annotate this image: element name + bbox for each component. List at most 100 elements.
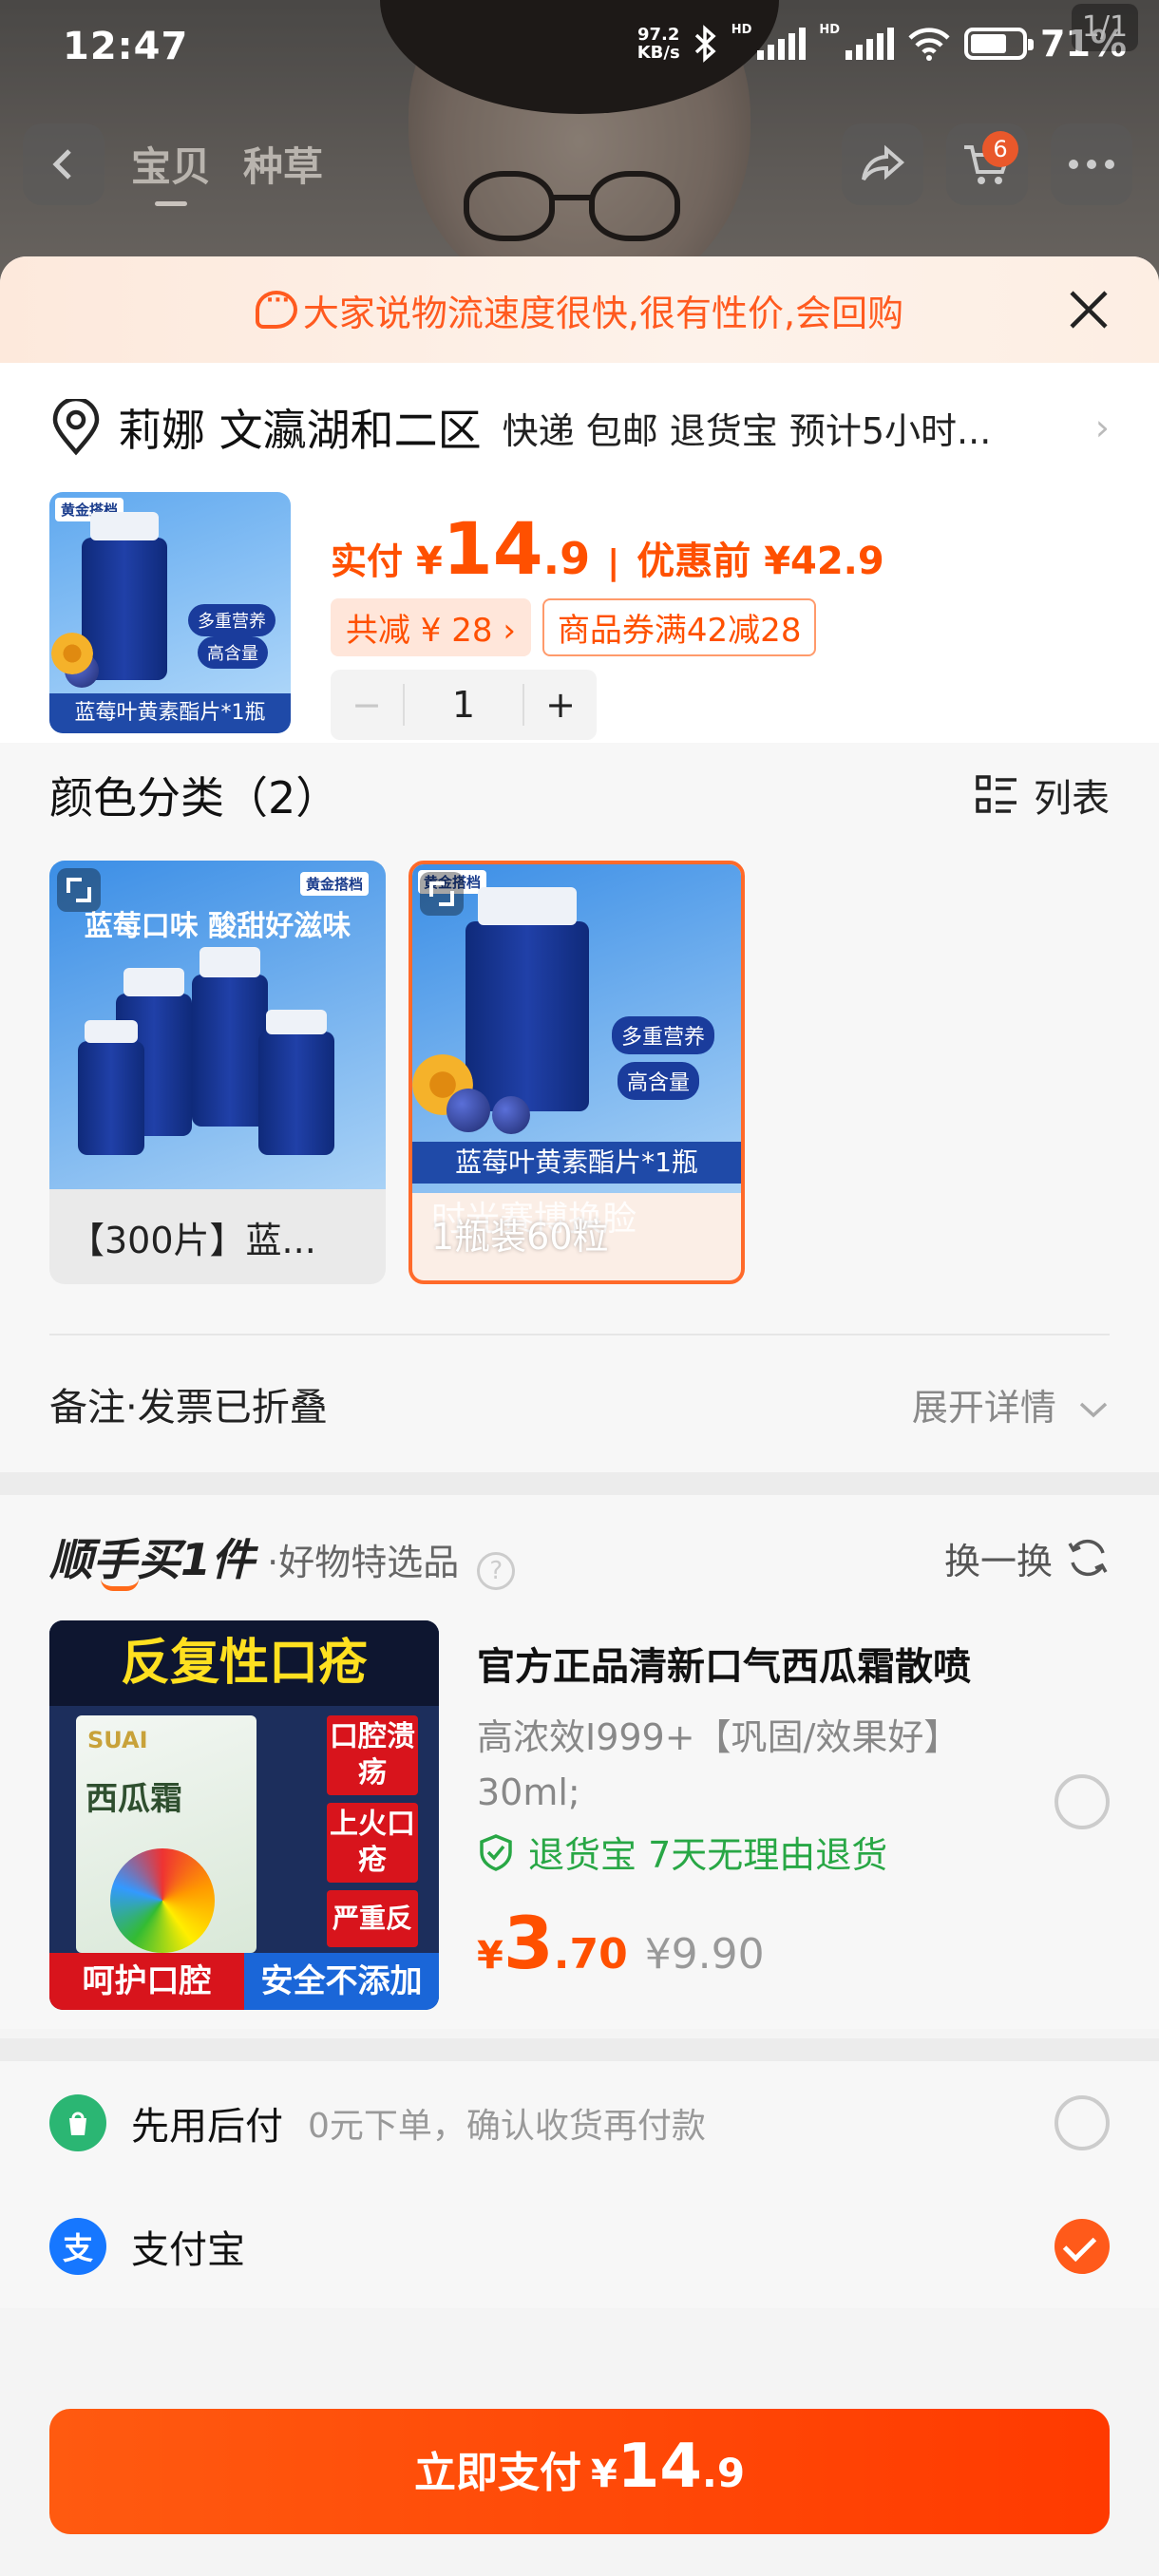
checkout-sheet: 大家说物流速度很快,很有性价,会回购 莉娜 文瀛湖和二区 快递 包邮 退货宝 预…	[0, 256, 1159, 2576]
addon-image-footer-right: 安全不添加	[244, 1953, 439, 2010]
hd-label: HD	[731, 23, 752, 37]
addon-image-graphic	[110, 1848, 215, 1953]
discount-tags: 共减 ¥ 28 › 商品券满42减28	[331, 598, 884, 656]
variant-option[interactable]: 黄金搭档 蓝莓口味 酸甜好滋味 【300片】蓝...	[49, 861, 386, 1284]
chevron-left-icon	[52, 149, 71, 180]
expand-icon[interactable]	[57, 868, 101, 912]
price-decimal: .9	[701, 2450, 746, 2496]
variant-label: 1瓶装60粒	[431, 1216, 609, 1258]
price-integer: 3	[503, 1901, 554, 1985]
variant-label: 【300片】蓝...	[68, 1220, 316, 1261]
wifi-icon	[908, 28, 950, 61]
more-icon	[1069, 160, 1114, 169]
thumb-caption: 蓝莓叶黄素酯片*1瓶	[49, 693, 291, 733]
product-thumbnail[interactable]: 黄金搭档 多重营养 高含量 蓝莓叶黄素酯片*1瓶	[49, 492, 291, 733]
currency-symbol: ¥	[416, 540, 443, 583]
return-guarantee-text: 退货宝 7天无理由退货	[528, 1834, 888, 1876]
price-line: 实付 ¥ 14 .9 | 优惠前 ¥42.9	[331, 513, 884, 585]
more-button[interactable]	[1051, 123, 1132, 205]
variant-option-selected[interactable]: 黄金搭档 多重营养 高含量 蓝莓叶黄素酯片*1瓶 时光赛博换脸 1瓶装60粒	[408, 861, 745, 1284]
total-discount-tag[interactable]: 共减 ¥ 28 ›	[331, 598, 531, 656]
expand-details-label: 展开详情	[911, 1386, 1056, 1429]
addon-image-tag: 口腔溃疡	[327, 1715, 418, 1795]
list-icon	[976, 775, 1016, 813]
chevron-right-icon: ›	[1094, 407, 1110, 448]
variant-image: 黄金搭档 多重营养 高含量 蓝莓叶黄素酯片*1瓶	[412, 864, 741, 1193]
addon-subtitle: ·好物特选品	[267, 1542, 460, 1584]
payment-methods: 先用后付 0元下单，确认收货再付款 支 支付宝	[0, 2061, 1159, 2308]
bottle-image	[78, 1020, 144, 1155]
pay-button-label: 立即支付	[413, 2449, 581, 2497]
addon-item[interactable]: 反复性口疮 SUAI 西瓜霜 口腔溃疡 上火口疮 严重反复 呵护口腔 安全不添加…	[49, 1620, 1110, 2029]
battery-level	[971, 34, 1007, 53]
addon-image[interactable]: 反复性口疮 SUAI 西瓜霜 口腔溃疡 上火口疮 严重反复 呵护口腔 安全不添加	[49, 1620, 439, 2010]
close-icon	[1070, 291, 1108, 329]
swap-button[interactable]: 换一换	[944, 1532, 1110, 1584]
addon-image-box-title: 西瓜霜	[86, 1780, 182, 1818]
addon-description: 高浓效I999+【巩固/效果好】30ml;	[477, 1716, 960, 1813]
alipay-icon: 支	[49, 2218, 106, 2275]
cart-button[interactable]: 6	[946, 123, 1028, 205]
pay-later-icon	[49, 2094, 106, 2151]
list-view-label: 列表	[1034, 777, 1110, 821]
product-nav-bar: 宝贝 种草 6	[0, 123, 1159, 206]
remark-title: 备注·发票已折叠	[49, 1386, 328, 1430]
address-name: 莉娜 文瀛湖和二区	[118, 405, 482, 456]
section-gap	[0, 2038, 1159, 2061]
brand-logo: 黄金搭档	[299, 872, 369, 896]
thumb-badge: 高含量	[618, 1062, 700, 1100]
decrease-button[interactable]: −	[331, 684, 403, 726]
price-decimal: .70	[553, 1930, 628, 1979]
refresh-icon	[1068, 1539, 1108, 1577]
chat-icon	[255, 289, 297, 329]
network-speed-unit: KB/s	[636, 43, 680, 63]
pay-now-button[interactable]: 立即支付 ¥ 14 .9	[49, 2409, 1110, 2534]
tab-recommend[interactable]: 种草	[243, 135, 323, 193]
status-indicators: 97.2 KB/s HD HD 71%	[637, 23, 1127, 65]
address-row[interactable]: 莉娜 文瀛湖和二区 快递 包邮 退货宝 预计5小时... ›	[49, 363, 1110, 492]
price-integer: 14	[617, 2432, 702, 2502]
help-icon[interactable]: ?	[477, 1551, 516, 1590]
section-gap	[0, 1472, 1159, 1495]
payment-radio-paylater[interactable]	[1054, 2095, 1110, 2150]
payment-option-paylater[interactable]: 先用后付 0元下单，确认收货再付款	[49, 2061, 1110, 2185]
back-button[interactable]	[23, 123, 104, 205]
expand-details-link[interactable]: 展开详情	[912, 1378, 1110, 1430]
addon-title-group: 顺手买1件 ·好物特选品 ?	[49, 1525, 516, 1590]
status-bar: 12:47 97.2 KB/s HD HD 71%	[0, 0, 1159, 95]
list-view-toggle[interactable]: 列表	[975, 767, 1110, 823]
pay-later-icon-glyph	[69, 2112, 86, 2135]
original-price: ¥9.90	[644, 1930, 765, 1979]
variant-headline: 蓝莓口味 酸甜好滋味	[84, 910, 352, 943]
price-separator: |	[607, 543, 620, 582]
thumb-badge: 高含量	[198, 636, 268, 669]
hd-label: HD	[819, 23, 841, 37]
payment-radio-alipay[interactable]	[1054, 2219, 1110, 2274]
signal-icon	[757, 28, 807, 60]
thumb-badge: 多重营养	[612, 1016, 715, 1054]
original-price: 优惠前 ¥42.9	[636, 540, 884, 583]
review-banner: 大家说物流速度很快,很有性价,会回购	[0, 256, 1159, 363]
bottle-image	[258, 1009, 334, 1155]
cart-badge: 6	[982, 131, 1018, 167]
addon-image-box: SUAI 西瓜霜	[76, 1715, 256, 1953]
payment-option-alipay[interactable]: 支 支付宝	[49, 2185, 1110, 2308]
tab-product[interactable]: 宝贝	[131, 135, 211, 206]
addon-logo: 顺手买1件	[49, 1534, 256, 1586]
bottle-image	[192, 947, 268, 1127]
color-header: 颜色分类（2） 列表	[49, 743, 1110, 847]
variant-caption: 蓝莓叶黄素酯片*1瓶	[412, 1142, 741, 1184]
shield-check-icon	[480, 1833, 512, 1871]
addon-select-radio[interactable]	[1054, 1774, 1110, 1829]
quantity-value[interactable]: 1	[403, 684, 524, 726]
variant-list: 黄金搭档 蓝莓口味 酸甜好滋味 【300片】蓝... 黄金搭档 多重营养 高含量	[49, 861, 1110, 1284]
share-button[interactable]	[842, 123, 923, 205]
remark-row[interactable]: 备注·发票已折叠 展开详情	[49, 1335, 1110, 1472]
berry-decoration	[492, 1096, 530, 1134]
increase-button[interactable]: +	[524, 684, 597, 726]
chevron-down-icon	[1079, 1402, 1108, 1417]
expand-icon[interactable]	[420, 872, 464, 916]
close-button[interactable]	[1060, 281, 1117, 338]
addon-section: 顺手买1件 ·好物特选品 ? 换一换 反复性口疮 SUAI 西瓜霜 口腔溃疡 上…	[0, 1495, 1159, 2029]
color-title: 颜色分类（2）	[49, 772, 340, 824]
